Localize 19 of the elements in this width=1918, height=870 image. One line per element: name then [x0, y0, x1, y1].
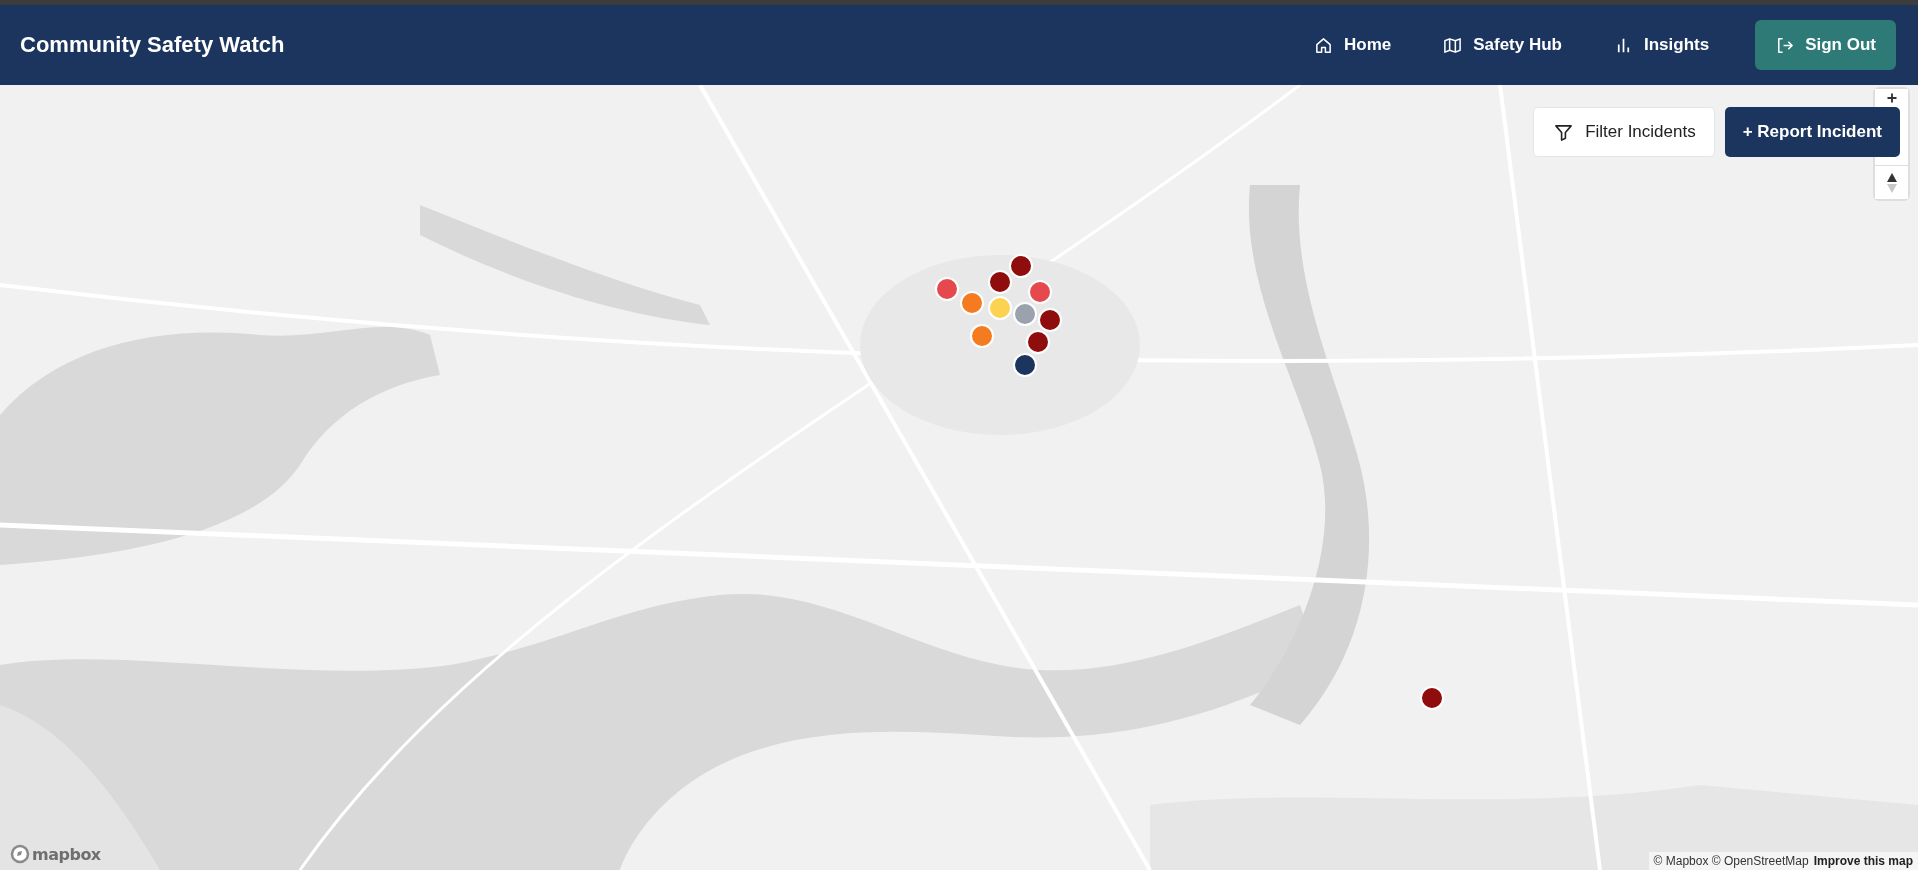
report-incident-button[interactable]: + Report Incident: [1724, 107, 1900, 157]
nav-link[interactable]: Insights: [1608, 27, 1716, 63]
compass-button[interactable]: [1875, 165, 1908, 199]
mapbox-logo[interactable]: mapbox: [10, 844, 101, 864]
nav-link[interactable]: Safety Hub: [1437, 27, 1568, 63]
sign-out-button[interactable]: Sign Out: [1755, 20, 1896, 70]
improve-map-link[interactable]: Improve this map: [1813, 854, 1913, 868]
sign-out-icon: [1775, 35, 1795, 55]
map-icon: [1443, 35, 1463, 55]
filter-icon: [1554, 122, 1574, 142]
zoom-in-button[interactable]: [1875, 89, 1908, 105]
map-attribution: © Mapbox © OpenStreetMap: [1653, 854, 1809, 868]
plus-icon: [1885, 92, 1898, 104]
nav-link[interactable]: Home: [1307, 27, 1398, 63]
home-icon: [1313, 35, 1333, 55]
mapbox-mark-icon: [10, 844, 30, 864]
compass-icon: [1885, 171, 1898, 194]
filter-incidents-button[interactable]: Filter Incidents: [1533, 107, 1715, 157]
app-title: Community Safety Watch: [20, 32, 285, 58]
